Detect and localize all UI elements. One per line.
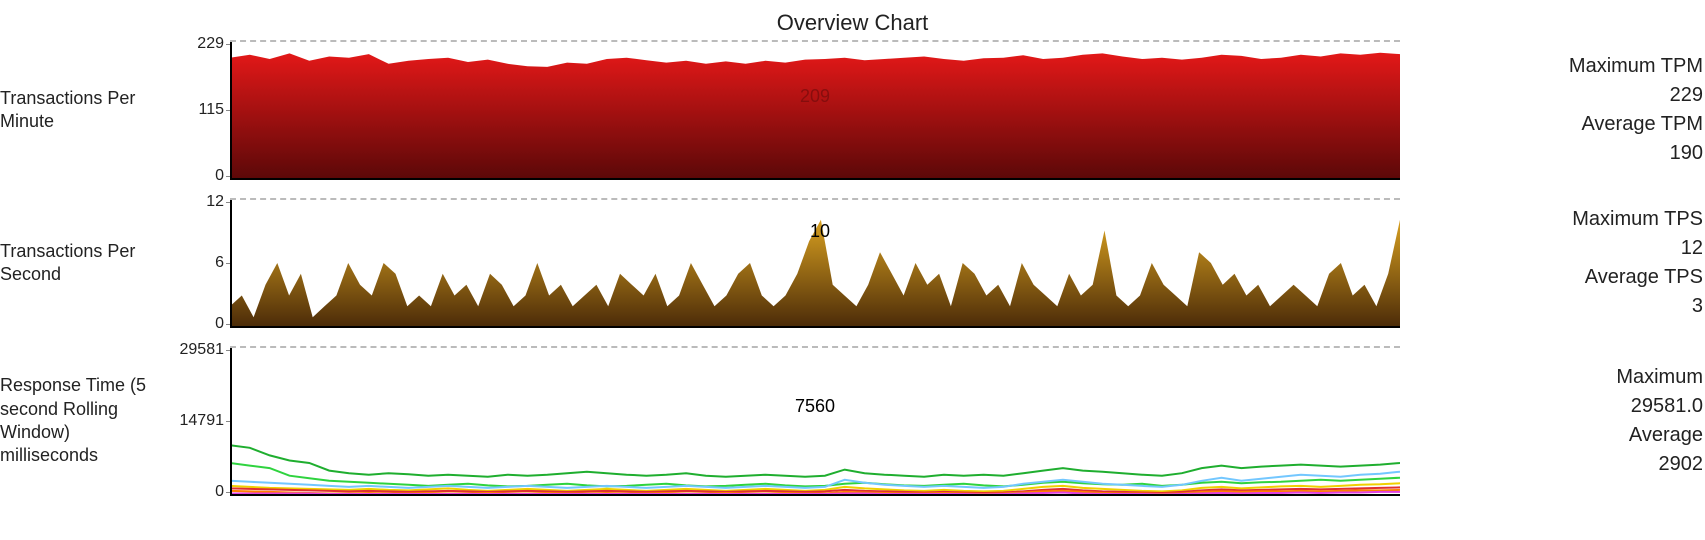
rt-tick-max: 29581 xyxy=(180,341,225,359)
tpm-plot: 209 xyxy=(230,40,1400,180)
chart-title: Overview Chart xyxy=(0,0,1705,40)
tps-max-label: Maximum TPS xyxy=(1410,205,1703,234)
tps-tick-mid: 6 xyxy=(215,254,224,272)
tps-tick-max: 12 xyxy=(206,193,224,211)
tps-ylabel: Transactions Per Second xyxy=(0,198,170,328)
tps-stats: Maximum TPS 12 Average TPS 3 xyxy=(1400,198,1705,328)
tpm-ylabel: Transactions Per Minute xyxy=(0,40,170,180)
rt-ylabel: Response Time (5 second Rolling Window) … xyxy=(0,346,170,496)
rt-yaxis: 29581 14791 0 xyxy=(170,346,230,496)
tps-avg-label: Average TPS xyxy=(1410,263,1703,292)
tpm-tick-max: 229 xyxy=(197,35,224,53)
tpm-avg-value: 190 xyxy=(1410,139,1703,168)
tpm-max-label: Maximum TPM xyxy=(1410,52,1703,81)
rt-plot: 7560 xyxy=(230,346,1400,496)
tpm-tick-mid: 115 xyxy=(198,101,224,119)
rt-tick-mid: 14791 xyxy=(180,412,225,430)
tpm-tick-min: 0 xyxy=(215,167,224,185)
rt-max-label: Maximum xyxy=(1410,363,1703,392)
tps-tick-min: 0 xyxy=(215,315,224,333)
tps-avg-value: 3 xyxy=(1410,292,1703,321)
tps-plot: 10 xyxy=(230,198,1400,328)
tpm-max-value: 229 xyxy=(1410,81,1703,110)
rt-stats: Maximum 29581.0 Average 2902 xyxy=(1400,346,1705,496)
rt-max-value: 29581.0 xyxy=(1410,392,1703,421)
tps-yaxis: 12 6 0 xyxy=(170,198,230,328)
rt-avg-value: 2902 xyxy=(1410,450,1703,479)
tps-max-value: 12 xyxy=(1410,234,1703,263)
tpm-avg-label: Average TPM xyxy=(1410,110,1703,139)
rt-tick-min: 0 xyxy=(215,483,224,501)
rt-avg-label: Average xyxy=(1410,421,1703,450)
tpm-yaxis: 229 115 0 xyxy=(170,40,230,180)
tpm-stats: Maximum TPM 229 Average TPM 190 xyxy=(1400,40,1705,180)
